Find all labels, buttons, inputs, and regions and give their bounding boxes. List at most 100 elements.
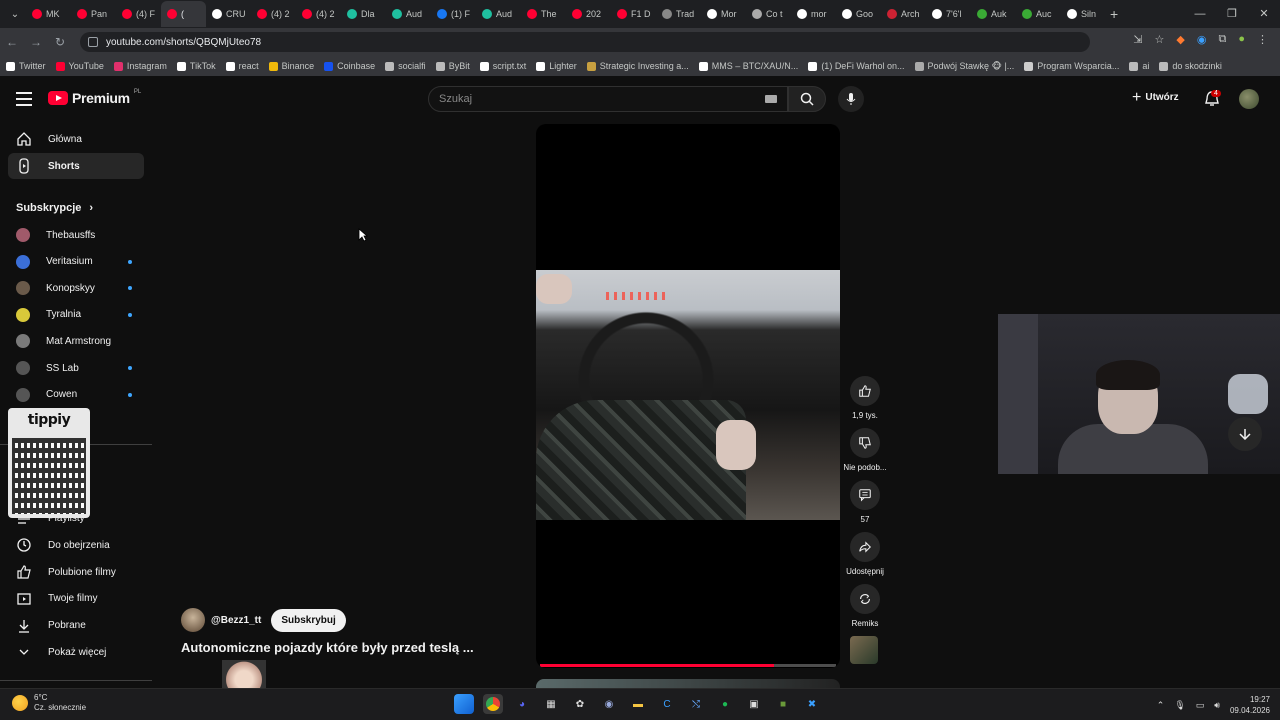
- bookmark-item[interactable]: socialfi: [385, 61, 426, 71]
- network-icon[interactable]: ▭: [1196, 700, 1205, 711]
- install-app-icon[interactable]: ⇲: [1133, 33, 1142, 46]
- browser-tab[interactable]: Pan: [71, 1, 116, 27]
- app-icon[interactable]: ▦: [541, 694, 561, 714]
- site-info-icon[interactable]: [88, 37, 98, 47]
- remix-button[interactable]: [850, 584, 880, 614]
- microphone-icon[interactable]: 🎙︎: [1174, 700, 1185, 711]
- subscription-item[interactable]: Tyralnia: [8, 302, 144, 328]
- bookmark-item[interactable]: TikTok: [176, 61, 216, 71]
- subscriptions-header[interactable]: Subskrypcje ›: [16, 202, 93, 214]
- browser-tab[interactable]: Aud: [476, 1, 521, 27]
- bookmark-item[interactable]: Coinbase: [324, 61, 375, 71]
- browser-tab[interactable]: CRU: [206, 1, 251, 27]
- discord-icon[interactable]: ◕: [512, 694, 532, 714]
- short-title[interactable]: Autonomiczne pojazdy które były przed te…: [181, 640, 474, 655]
- browser-tab[interactable]: (4) 2: [251, 1, 296, 27]
- subscription-item[interactable]: Cowen: [8, 382, 144, 408]
- sidebar-item-like[interactable]: Polubione filmy: [8, 559, 144, 585]
- bookmark-item[interactable]: do skodzinki: [1159, 61, 1222, 71]
- weather-widget[interactable]: 6°C Cz. słonecznie: [12, 693, 86, 713]
- subscription-item[interactable]: Thebausffs: [8, 222, 144, 248]
- next-short-button[interactable]: [1228, 417, 1262, 451]
- file-explorer-icon[interactable]: ▬: [628, 694, 648, 714]
- bookmark-item[interactable]: Lighter: [536, 61, 577, 71]
- back-button[interactable]: ←: [0, 35, 24, 49]
- create-button[interactable]: + Utwórz: [1132, 89, 1179, 105]
- browser-tab[interactable]: Auc: [1016, 1, 1061, 27]
- browser-tab[interactable]: (4) F: [116, 1, 161, 27]
- profile-avatar[interactable]: ●: [1238, 33, 1245, 46]
- steam-icon[interactable]: ◉: [599, 694, 619, 714]
- app-icon[interactable]: C: [657, 694, 677, 714]
- sidebar-item-chevron-down[interactable]: Pokaż więcej: [8, 639, 144, 665]
- chrome-icon[interactable]: [483, 694, 503, 714]
- sidebar-item-shorts[interactable]: Shorts: [8, 153, 144, 179]
- bookmark-star-icon[interactable]: ☆: [1155, 33, 1165, 46]
- bookmark-item[interactable]: Strategic Investing a...: [586, 61, 689, 71]
- browser-tab[interactable]: Siln: [1061, 1, 1106, 27]
- browser-tab[interactable]: The: [521, 1, 566, 27]
- youtube-premium-logo[interactable]: Premium PL: [48, 89, 141, 106]
- subscription-item[interactable]: SS Lab: [8, 355, 144, 381]
- comment-button[interactable]: [850, 480, 880, 510]
- subscription-item[interactable]: Mat Armstrong: [8, 328, 144, 354]
- browser-tab[interactable]: MK: [26, 1, 71, 27]
- account-avatar[interactable]: [1239, 89, 1259, 109]
- channel-avatar[interactable]: [181, 608, 205, 632]
- start-button[interactable]: [454, 694, 474, 714]
- browser-tab[interactable]: Mor: [701, 1, 746, 27]
- bookmark-item[interactable]: Binance: [268, 61, 314, 71]
- reload-button[interactable]: ↻: [48, 35, 72, 49]
- browser-tab[interactable]: Dla: [341, 1, 386, 27]
- channel-name[interactable]: @Bezz1_tt: [211, 615, 261, 626]
- address-bar[interactable]: youtube.com/shorts/QBQMjUteo78: [80, 32, 1090, 52]
- extension-icon[interactable]: ◉: [1197, 33, 1207, 46]
- browser-tab[interactable]: (: [161, 1, 206, 27]
- chatgpt-icon[interactable]: ✿: [570, 694, 590, 714]
- thumbs-up-button[interactable]: [850, 376, 880, 406]
- bookmark-item[interactable]: ai: [1129, 61, 1149, 71]
- bookmark-item[interactable]: ByBit: [435, 61, 470, 71]
- browser-tab[interactable]: 7'6'l: [926, 1, 971, 27]
- bookmark-item[interactable]: script.txt: [479, 61, 526, 71]
- browser-tab[interactable]: 202: [566, 1, 611, 27]
- voice-search-button[interactable]: [838, 86, 864, 112]
- share-button[interactable]: [850, 532, 880, 562]
- clock[interactable]: 19:27 09.04.2026: [1230, 694, 1270, 716]
- video-progress-bar[interactable]: [540, 664, 836, 667]
- search-button[interactable]: [788, 86, 826, 112]
- extensions-menu-icon[interactable]: ⧉: [1218, 33, 1226, 46]
- browser-tab[interactable]: Goo: [836, 1, 881, 27]
- thumbs-down-button[interactable]: [850, 428, 880, 458]
- app-icon[interactable]: ⤭: [686, 694, 706, 714]
- subscription-item[interactable]: Veritasium: [8, 249, 144, 275]
- browser-tab[interactable]: Arch: [881, 1, 926, 27]
- forward-button[interactable]: →: [24, 35, 48, 49]
- volume-icon[interactable]: 🔊︎: [1214, 700, 1220, 711]
- browser-tab[interactable]: Aud: [386, 1, 431, 27]
- menu-icon[interactable]: [16, 92, 32, 106]
- browser-tab[interactable]: (4) 2: [296, 1, 341, 27]
- app-icon[interactable]: ✖: [802, 694, 822, 714]
- minecraft-icon[interactable]: ■: [773, 694, 793, 714]
- minimize-button[interactable]: —: [1184, 0, 1216, 28]
- browser-tab[interactable]: F1 D: [611, 1, 656, 27]
- sidebar-item-your-videos[interactable]: Twoje filmy: [8, 586, 144, 612]
- bookmark-item[interactable]: YouTube: [55, 61, 104, 71]
- bookmark-item[interactable]: react: [225, 61, 259, 71]
- shorts-video-player[interactable]: [536, 124, 840, 668]
- tab-search-button[interactable]: ⌄: [4, 4, 26, 24]
- sidebar-item-download[interactable]: Pobrane: [8, 613, 144, 639]
- sidebar-item-home[interactable]: Główna: [8, 126, 144, 152]
- bookmark-item[interactable]: Twitter: [6, 61, 46, 71]
- sidebar-item-watch-later[interactable]: Do obejrzenia: [8, 532, 144, 558]
- subscription-item[interactable]: Konopskyy: [8, 275, 144, 301]
- audio-track-thumbnail[interactable]: [850, 636, 878, 664]
- browser-tab[interactable]: Co t: [746, 1, 791, 27]
- browser-tab[interactable]: Trad: [656, 1, 701, 27]
- browser-tab[interactable]: mor: [791, 1, 836, 27]
- search-input[interactable]: Szukaj: [428, 86, 788, 112]
- maximize-button[interactable]: ❐: [1216, 0, 1248, 28]
- bookmark-item[interactable]: Program Wsparcia...: [1024, 61, 1119, 71]
- close-window-button[interactable]: ✕: [1248, 0, 1280, 28]
